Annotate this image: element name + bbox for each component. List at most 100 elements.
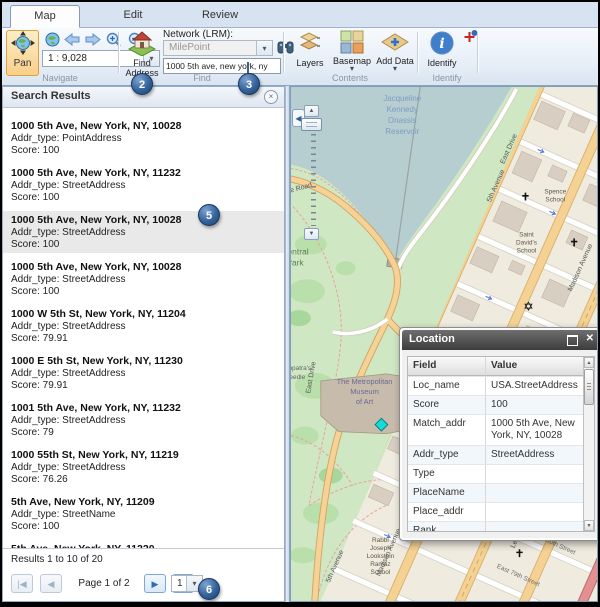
result-item[interactable]: 1000 5th Ave, New York, NY, 10028 Addr_t… [3,117,284,159]
result-item[interactable]: 5th Ave, New York, NY, 11209 Addr_type: … [3,493,284,535]
page-label: Page 1 of 2 [67,578,141,589]
location-popup-titlebar[interactable]: Location ✕ [402,330,598,350]
close-icon[interactable]: ✕ [586,333,594,344]
zoom-slider-minus-button[interactable]: ▼ [304,228,319,240]
layers-icon [297,48,323,58]
svg-text:Reservoir: Reservoir [385,127,419,136]
callout-badge-5: 5 [198,204,220,226]
result-address: 1000 5th Ave, New York, NY, 11232 [11,167,276,180]
attribute-row: Place_addr [408,503,583,522]
svg-text:School: School [371,569,391,576]
tab-review[interactable]: Review [182,5,258,26]
maximize-icon[interactable] [567,335,578,346]
previous-extent-arrow-icon[interactable] [63,32,81,48]
close-icon[interactable]: × [264,90,278,104]
result-address: 1000 55th St, New York, NY, 11219 [11,449,276,462]
zoom-slider-plus-button[interactable]: ▲ [304,105,319,117]
result-score: Score: 79.91 [11,380,276,392]
app-window: Map Edit Review Pan [0,0,600,607]
result-score: Score: 100 [11,286,276,298]
add-data-caret-icon[interactable]: ▾ [373,66,417,72]
group-label-navigate: Navigate [2,73,118,83]
svg-text:i: i [439,36,444,52]
tab-map[interactable]: Map [10,5,80,28]
result-address: 1000 W 5th St, New York, NY, 11204 [11,308,276,321]
result-item-selected[interactable]: 1000 5th Ave, New York, NY, 10028 Addr_t… [3,211,284,253]
add-data-button[interactable]: Add Data ▾ [373,30,417,72]
field-column-header: Field [408,357,486,376]
result-item[interactable]: 1000 W 5th St, New York, NY, 11204 Addr_… [3,305,284,347]
result-item[interactable]: 1001 5th Ave, New York, NY, 11232 Addr_t… [3,399,284,441]
result-item[interactable]: 1000 55th St, New York, NY, 11219 Addr_t… [3,446,284,488]
attribute-table-header: Field Value [408,357,583,377]
svg-text:The Metropolitan: The Metropolitan [337,377,393,386]
group-divider [283,32,284,73]
result-address: 5th Ave, New York, NY, 11209 [11,496,276,509]
result-addr-type: Addr_type: StreetAddress [11,462,276,474]
location-popup-body: Field Value Loc_nameUSA.StreetAddress Sc… [402,350,598,538]
svg-text:Saint: Saint [519,231,534,238]
group-divider [417,32,418,73]
tab-edit[interactable]: Edit [98,5,168,26]
callout-badge-2: 2 [131,73,153,95]
result-addr-type: Addr_type: PointAddress [11,133,276,145]
svg-text:Park: Park [291,257,304,267]
next-page-button[interactable]: ▶ [144,574,166,593]
layers-label: Layers [291,58,329,68]
result-score: Score: 100 [11,192,276,204]
previous-page-button[interactable]: ◀ [40,574,62,593]
first-page-button[interactable]: |◀ [11,574,33,593]
results-list: 1000 5th Ave, New York, NY, 10028 Addr_t… [3,108,284,549]
zoom-slider-handle[interactable] [301,118,322,131]
identify-button[interactable]: i Identify [423,30,461,68]
add-data-icon [381,46,409,56]
next-extent-arrow-icon[interactable] [83,32,101,48]
address-search-input[interactable]: 1000 5th ave, new york, ny [163,58,281,74]
search-results-panel: Search Results × 1000 5th Ave, New York,… [2,86,285,602]
results-summary: Results 1 to 10 of 20 [11,554,103,565]
scroll-thumb[interactable] [584,369,594,405]
basemap-caret-icon[interactable]: ▾ [331,66,373,72]
network-caret-icon[interactable]: ▾ [256,41,272,55]
attribute-table: Field Value Loc_nameUSA.StreetAddress Sc… [408,357,583,531]
layers-button[interactable]: Layers [291,30,329,68]
svg-text:Lookstein: Lookstein [367,553,395,560]
group-label-identify: Identify [417,73,477,83]
result-addr-type: Addr_type: StreetAddress [11,415,276,427]
svg-text:Needle: Needle [291,374,306,381]
result-item[interactable]: 1000 5th Ave, New York, NY, 11232 Addr_t… [3,164,284,206]
result-addr-type: Addr_type: StreetAddress [11,321,276,333]
popup-scrollbar[interactable]: ▲ ▼ [583,357,594,531]
zoom-slider-track[interactable] [311,134,316,226]
attribute-row: Score100 [408,396,583,415]
svg-text:Joseph: Joseph [370,545,391,552]
svg-text:Onassis: Onassis [388,116,417,125]
result-score: Score: 100 [11,145,276,157]
pan-button[interactable]: Pan [6,30,39,76]
result-score: Score: 100 [11,239,276,251]
svg-text:Museum: Museum [350,387,379,396]
map-viewport[interactable]: Jacqueline Kennedy Onassis Reservoir Cen… [290,86,598,602]
group-divider [118,32,119,73]
scroll-down-icon[interactable]: ▼ [584,520,594,531]
attribute-row: PlaceName [408,484,583,503]
result-item[interactable]: 1000 5th Ave, New York, NY, 10028 Addr_t… [3,258,284,300]
value-column-header: Value [486,357,583,376]
attribute-row: Type [408,465,583,484]
network-combobox[interactable]: MilePoint ▾ [163,40,273,56]
attribute-row: Rank [408,522,583,532]
svg-text:Rabbi: Rabbi [372,537,389,544]
result-addr-type: Addr_type: StreetName [11,509,276,521]
full-extent-globe-icon[interactable] [43,32,61,48]
svg-text:Spence: Spence [544,189,566,196]
svg-text:Central: Central [291,246,309,256]
callout-badge-6: 6 [198,578,220,600]
basemap-icon [340,46,364,56]
result-address: 1000 5th Ave, New York, NY, 10028 [11,214,276,227]
location-popup-title: Location [409,333,455,345]
result-item[interactable]: 1000 E 5th St, New York, NY, 11230 Addr_… [3,352,284,394]
find-address-label-1: Find [121,58,163,68]
result-address: 1000 5th Ave, New York, NY, 10028 [11,261,276,274]
scroll-up-icon[interactable]: ▲ [584,357,594,368]
basemap-button[interactable]: Basemap ▾ [331,30,373,72]
